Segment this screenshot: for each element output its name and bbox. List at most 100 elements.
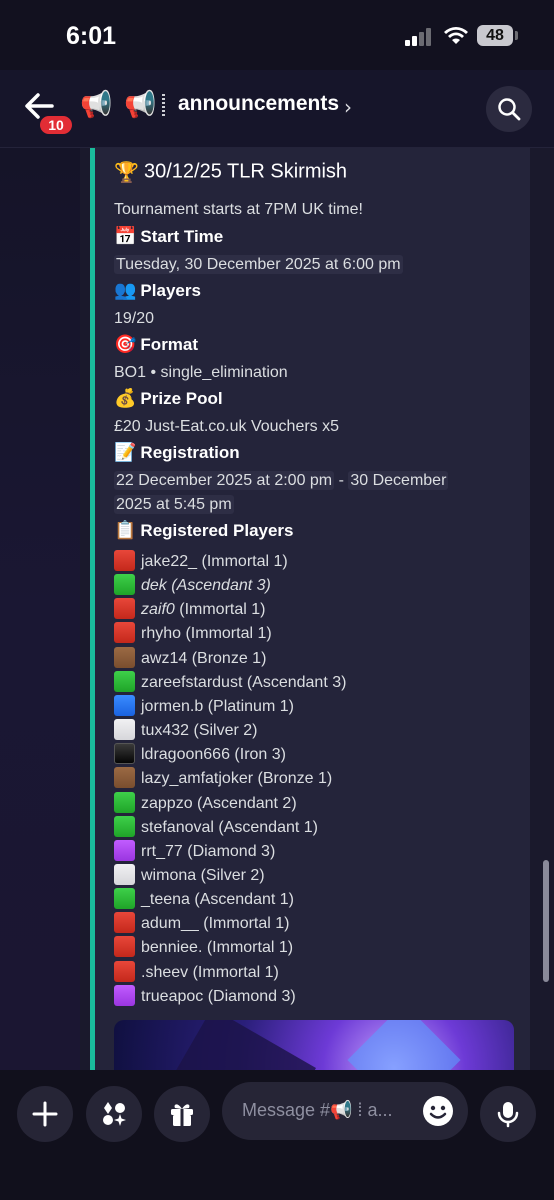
player-name: jake22_	[141, 553, 198, 570]
player-rank: (Immortal 1)	[197, 553, 288, 570]
player-row: lazy_amfatjoker (Bronze 1)	[114, 767, 332, 789]
player-row: awz14 (Bronze 1)	[114, 646, 267, 669]
rank-color-square-icon	[114, 912, 135, 934]
player-name: rrt_77	[141, 842, 183, 860]
rank-color-square-icon	[114, 719, 135, 741]
field-registration-value-line1: 22 December 2025 at 2:00 pm - 30 Decembe…	[114, 471, 449, 490]
rank-color-square-icon	[114, 646, 135, 668]
player-name: adum__	[141, 915, 199, 933]
field-players-label: 👥 Players	[114, 280, 201, 301]
embed-image[interactable]	[114, 1020, 514, 1070]
status-time: 6:01	[66, 22, 117, 50]
chevron-right-icon[interactable]: ›	[344, 95, 352, 119]
field-registration-name: Registration	[140, 443, 240, 462]
unread-badge: 10	[38, 114, 74, 136]
money-bag-icon: 💰	[114, 388, 137, 408]
field-prize-pool-label: 💰 Prize Pool	[114, 388, 223, 409]
timestamp-start[interactable]: 22 December 2025 at 2:00 pm	[114, 471, 335, 490]
message-placeholder: Message #📢 ⁞ a...	[242, 1100, 393, 1120]
memo-icon: 📝	[114, 442, 137, 462]
field-registered-players-label: 📋 Registered Players	[114, 520, 294, 541]
status-bar: 6:01 48	[0, 0, 554, 70]
trophy-icon: 🏆	[114, 160, 139, 184]
player-row: zappzo (Ascendant 2)	[114, 791, 297, 814]
player-row: rhyho (Immortal 1)	[114, 622, 272, 644]
player-rank: (Ascendant 1)	[189, 891, 294, 909]
apps-button[interactable]	[86, 1086, 142, 1142]
rank-color-square-icon	[114, 767, 135, 789]
player-name: tux432	[141, 722, 190, 740]
player-name: awz14	[141, 649, 188, 667]
scrollbar[interactable]	[543, 860, 549, 982]
player-row: .sheev (Immortal 1)	[114, 960, 279, 983]
tournament-embed: 🏆 30/12/25 TLR Skirmish Tournament start…	[90, 148, 530, 1070]
message-list[interactable]: 🏆 30/12/25 TLR Skirmish Tournament start…	[0, 148, 554, 1070]
timestamp-end-part2[interactable]: 2025 at 5:45 pm	[114, 495, 234, 514]
wifi-icon	[444, 27, 468, 44]
rank-color-square-icon	[114, 936, 135, 958]
battery-tip	[515, 31, 518, 40]
player-row: ldragoon666 (Iron 3)	[114, 743, 286, 765]
image-shard	[347, 1020, 461, 1070]
rank-color-square-icon	[114, 598, 135, 620]
player-rank: (Bronze 1)	[187, 649, 267, 667]
player-name: zappzo	[141, 794, 193, 812]
player-rank: (Ascendant 3)	[166, 577, 271, 595]
gift-icon	[171, 1104, 193, 1126]
player-row: trueapoc (Diamond 3)	[114, 984, 296, 1007]
player-name: _teena	[141, 891, 190, 909]
search-icon	[498, 98, 521, 121]
field-format-label: 🎯 Format	[114, 334, 198, 355]
channel-header: 10 📢 📢 announcements ›	[0, 70, 554, 148]
player-row: jormen.b (Platinum 1)	[114, 694, 294, 717]
channel-separator	[162, 94, 165, 116]
field-start-time-value: Tuesday, 30 December 2025 at 6:00 pm	[114, 255, 403, 274]
channel-name[interactable]: announcements	[178, 92, 339, 116]
player-name: wimona	[141, 866, 197, 884]
emoji-icon[interactable]	[422, 1095, 454, 1127]
rank-color-square-icon	[114, 791, 135, 813]
player-row: zaif0 (Immortal 1)	[114, 598, 265, 620]
player-rank: (Ascendant 1)	[213, 818, 318, 836]
timestamp-end-part1[interactable]: 30 December	[348, 471, 449, 490]
range-separator: -	[334, 472, 349, 489]
microphone-icon	[497, 1102, 519, 1128]
player-name: rhyho	[141, 625, 182, 643]
player-row: jake22_ (Immortal 1)	[114, 550, 288, 572]
search-button[interactable]	[486, 86, 532, 132]
message-input[interactable]: Message #📢 ⁞ a...	[222, 1082, 468, 1140]
embed-description: Tournament starts at 7PM UK time!	[114, 201, 363, 218]
player-row: dek (Ascendant 3)	[114, 574, 271, 596]
players-icon: 👥	[114, 280, 137, 300]
add-button[interactable]	[17, 1086, 73, 1142]
field-format-value: BO1 • single_elimination	[114, 364, 288, 381]
player-row: rrt_77 (Diamond 3)	[114, 839, 275, 862]
field-prize-pool-name: Prize Pool	[140, 389, 223, 408]
composer-bar: Message #📢 ⁞ a...	[0, 1070, 554, 1200]
field-players-value: 19/20	[114, 310, 155, 327]
megaphone-icon: 📢	[80, 90, 113, 120]
gift-button[interactable]	[154, 1086, 210, 1142]
player-rank: (Immortal 1)	[188, 963, 279, 981]
field-prize-pool-value: £20 Just-Eat.co.uk Vouchers x5	[114, 418, 340, 435]
field-registration-label: 📝 Registration	[114, 442, 240, 463]
rank-color-square-icon	[114, 960, 135, 982]
player-name: lazy_amfatjoker	[141, 770, 254, 788]
player-row: adum__ (Immortal 1)	[114, 912, 290, 934]
player-rank: (Iron 3)	[229, 746, 286, 764]
player-rank: (Immortal 1)	[174, 601, 266, 619]
calendar-icon: 📅	[114, 226, 137, 246]
player-row: _teena (Ascendant 1)	[114, 888, 294, 910]
player-name: stefanoval	[141, 818, 214, 836]
player-rank: (Diamond 3)	[203, 987, 296, 1005]
voice-button[interactable]	[480, 1086, 536, 1142]
player-row: tux432 (Silver 2)	[114, 719, 258, 741]
player-name: dek	[141, 577, 167, 595]
timestamp[interactable]: Tuesday, 30 December 2025 at 6:00 pm	[114, 255, 403, 274]
player-rank: (Ascendant 2)	[192, 794, 297, 812]
player-name: zareefstardust	[141, 673, 243, 691]
field-format-name: Format	[140, 335, 199, 354]
player-row: wimona (Silver 2)	[114, 863, 265, 886]
clipboard-icon: 📋	[114, 520, 137, 540]
embed-title-text: 30/12/25 TLR Skirmish	[144, 160, 348, 183]
